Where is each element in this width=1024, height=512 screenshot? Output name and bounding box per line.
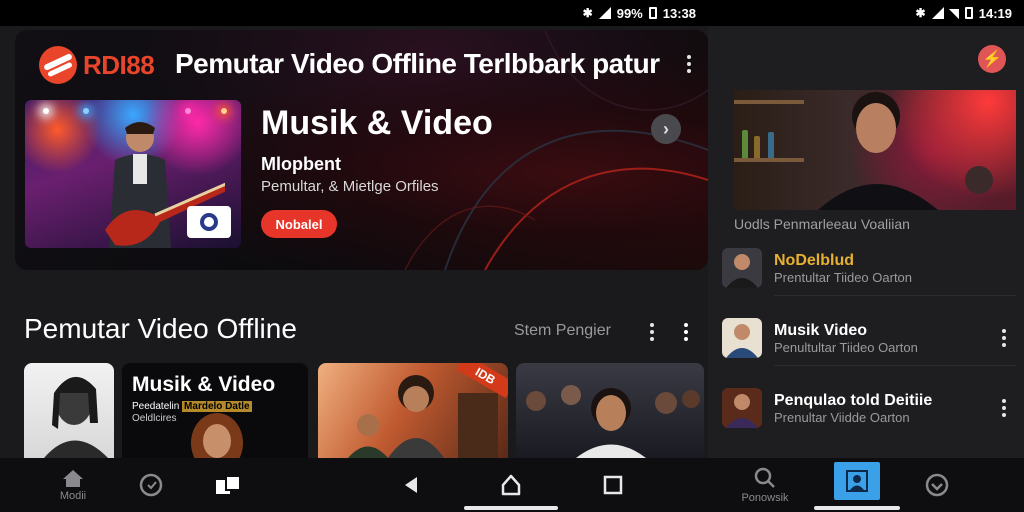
wifi-icon: ◥ [949,6,959,20]
brand: RDI88 [39,46,155,84]
portrait-image [44,376,108,458]
featured-video[interactable] [734,90,1016,210]
system-home-button[interactable] [496,458,526,512]
hero-title: Musik & Video [261,104,493,142]
gesture-indicator [814,506,900,510]
crowd-image [526,385,700,458]
nav-browse-label: Ponowsik [741,492,789,504]
app-title: Pemutar Video Offline Terlbbark patur [175,48,660,79]
brand-logo-icon [39,46,77,84]
status-bar-left: ✱ 99% 13:38 [0,0,708,26]
nav-home-label: Modii [59,490,87,502]
more-options-icon[interactable] [681,52,697,76]
hero-next-button[interactable]: › [651,114,681,144]
status-time-left: 13:38 [662,5,696,21]
list-item[interactable]: Musik Video Penultultar Tiideo Oarton [722,308,1016,366]
nav-browse[interactable]: Ponowsik [730,458,800,512]
app-root: ✱ 99% 13:38 ✱ ◥ 14:19 RDI88 Pemutar Vide… [0,0,1024,512]
list-item-more-icon[interactable] [996,396,1012,420]
section-see-all-link[interactable]: Stem Pengier [514,322,611,340]
signal-icon [598,7,611,19]
right-caption: Uodls Penmarleeau Voaliian [734,216,910,232]
system-recents-button[interactable] [598,458,628,512]
signal-icon [931,7,944,19]
battery-percent: 99% [616,5,643,21]
list-item-title: Musik Video [774,322,868,339]
hero-subtitle: Mlopbent [261,154,341,174]
avatar [722,318,762,358]
hero-play-button[interactable]: Nobalel [261,210,337,238]
video-card[interactable]: IDB [318,363,508,458]
home-icon [63,470,83,487]
status-bar-right: ✱ ◥ 14:19 [708,0,1024,26]
bluetooth-icon: ✱ [915,6,926,20]
main-screen: RDI88 Pemutar Video Offline Terlbbark pa… [0,26,708,458]
home-circle-icon [501,474,521,496]
nav-library[interactable] [212,458,244,512]
list-item-subtitle: Penultultar Tiideo Oarton [774,340,918,355]
presenter-image [818,92,993,210]
back-triangle-icon [405,477,417,493]
library-icon [216,475,241,494]
video-badge-icon [187,206,231,238]
search-icon [139,473,163,497]
bluetooth-icon: ✱ [582,6,593,20]
list-item-subtitle: Prenultar Viidde Oarton [774,410,910,425]
video-card[interactable]: Musik & Video Peedatelin Mardelo Datle O… [122,363,308,458]
list-item[interactable]: NoDelblud Prentultar Tiideo Oarton [722,238,1016,296]
avatar [722,388,762,428]
bottom-navigation: Modii Ponowsik [0,458,1024,512]
gesture-indicator [464,506,558,510]
nav-profile-active[interactable] [834,462,880,500]
hero-thumbnail[interactable] [25,100,241,248]
list-item-subtitle: Prentultar Tiideo Oarton [774,270,913,285]
list-item[interactable]: Penqulao told Deitiie Prenultar Viidde O… [722,378,1016,436]
battery-icon [964,7,973,19]
list-item-more-icon[interactable] [996,326,1012,350]
video-card[interactable] [24,363,114,458]
recents-square-icon [603,475,623,495]
section-more-icon[interactable] [644,320,660,344]
singer-image [191,413,243,458]
download-check-icon [925,473,949,497]
side-screen: ⚡ Uodls Penmarleeau Voaliian NoDelblud P… [708,26,1024,458]
right-action-icon[interactable]: ⚡ [978,45,1006,73]
hero-description: Pemultar, & Mietlge Orfiles [261,178,439,195]
status-time-right: 14:19 [978,5,1012,21]
system-back-button[interactable] [396,458,426,512]
hero-panel: RDI88 Pemutar Video Offline Terlbbark pa… [15,30,708,270]
chevron-right-icon: › [663,118,669,139]
search-icon [754,467,775,488]
nav-home[interactable]: Modii [50,458,96,512]
nav-download[interactable] [922,458,952,512]
nav-search[interactable] [136,458,166,512]
section-title: Pemutar Video Offline [24,313,297,344]
section-options-icon[interactable] [678,320,694,344]
battery-icon [648,7,657,19]
brand-name: RDI88 [83,49,155,80]
video-card[interactable] [516,363,704,458]
avatar [722,248,762,288]
profile-icon [846,470,868,492]
list-item-title: NoDelblud [774,252,854,269]
list-item-title: Penqulao told Deitiie [774,392,933,409]
